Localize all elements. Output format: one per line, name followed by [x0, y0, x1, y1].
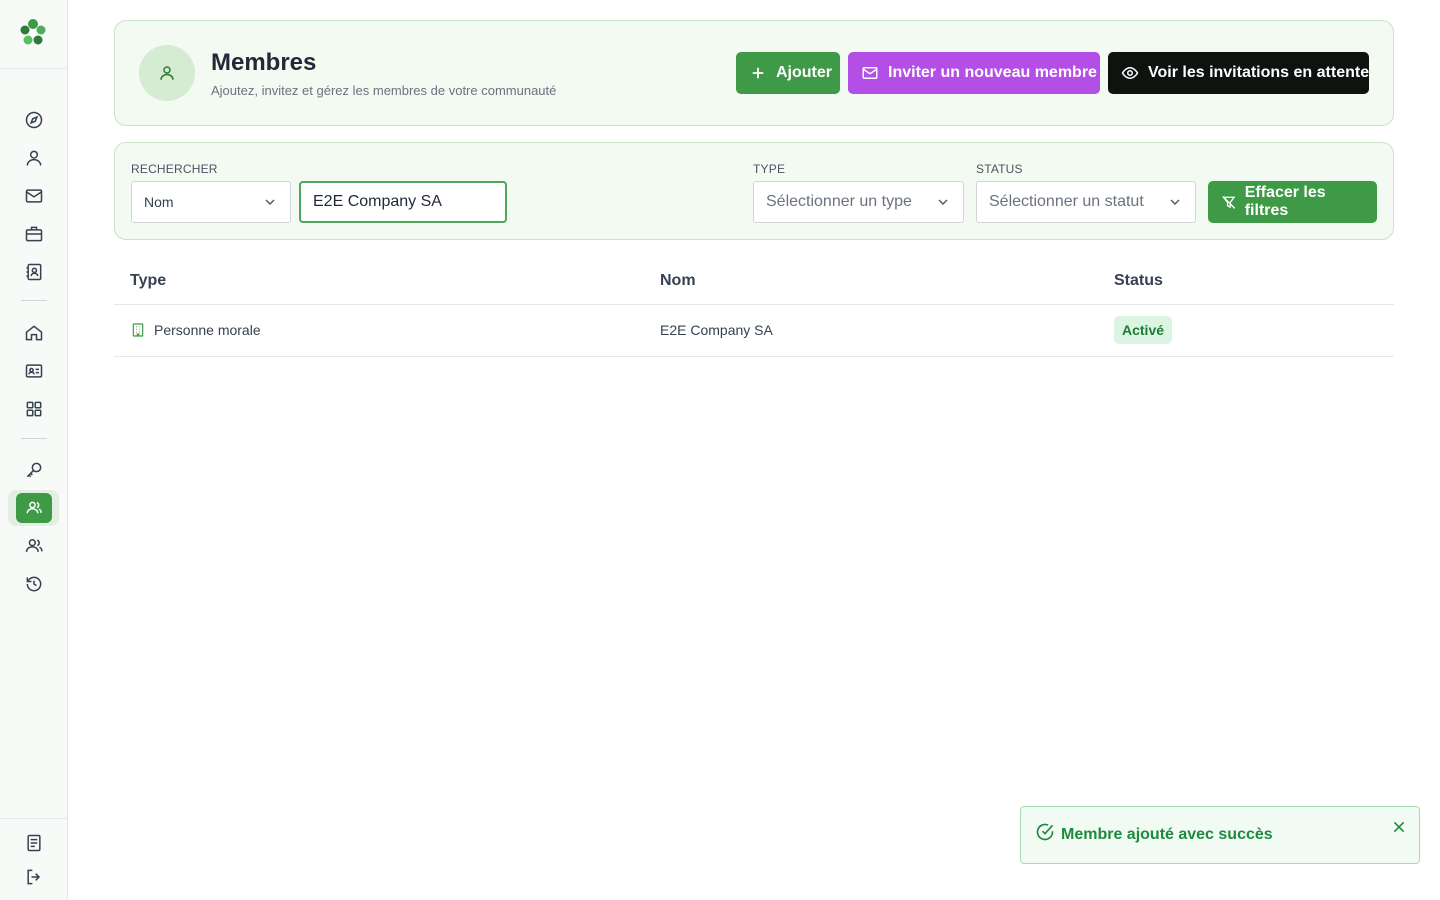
- plus-icon: [752, 67, 764, 79]
- cell-type-label: Personne morale: [154, 322, 261, 338]
- check-circle-icon: [1036, 823, 1054, 841]
- table-header-divider: [114, 304, 1394, 305]
- search-field-select[interactable]: Nom: [131, 181, 291, 223]
- header-card: Membres Ajoutez, invitez et gérez les me…: [114, 20, 1394, 126]
- column-header-status[interactable]: Status: [1114, 272, 1163, 290]
- column-header-type[interactable]: Type: [130, 272, 166, 290]
- sidebar-divider: [0, 68, 67, 69]
- history-icon[interactable]: [22, 572, 46, 596]
- filter-off-icon: [1222, 195, 1236, 209]
- status-badge: Activé: [1114, 316, 1173, 344]
- briefcase-icon[interactable]: [22, 222, 46, 246]
- key-icon[interactable]: [22, 458, 46, 482]
- add-member-label: Ajouter: [776, 64, 832, 81]
- type-select[interactable]: Sélectionner un type: [753, 181, 964, 223]
- toast-message: Membre ajouté avec succès: [1061, 826, 1273, 843]
- avatar: [139, 45, 195, 101]
- chevron-down-icon: [938, 199, 948, 205]
- contact-book-icon[interactable]: [22, 260, 46, 284]
- pending-invitations-label: Voir les invitations en attente: [1148, 64, 1370, 81]
- users-icon[interactable]: [22, 534, 46, 558]
- type-label: TYPE: [753, 162, 786, 176]
- mail-icon[interactable]: [22, 184, 46, 208]
- search-label: RECHERCHER: [131, 162, 218, 176]
- add-member-button[interactable]: Ajouter: [736, 52, 840, 94]
- mail-icon: [862, 67, 878, 79]
- id-card-icon[interactable]: [22, 359, 46, 383]
- search-input-value: E2E Company SA: [313, 193, 442, 210]
- home-icon[interactable]: [22, 321, 46, 345]
- pending-invitations-button[interactable]: Voir les invitations en attente: [1108, 52, 1369, 94]
- success-toast: Membre ajouté avec succès: [1020, 806, 1420, 864]
- user-icon[interactable]: [22, 146, 46, 170]
- status-placeholder: Sélectionner un statut: [989, 193, 1144, 210]
- type-placeholder: Sélectionner un type: [766, 193, 912, 210]
- document-icon[interactable]: [22, 831, 46, 855]
- filter-card: RECHERCHER Nom E2E Company SA TYPE Sélec…: [114, 142, 1394, 240]
- chevron-down-icon: [1170, 199, 1180, 205]
- page-title: Membres: [211, 49, 317, 76]
- status-select[interactable]: Sélectionner un statut: [976, 181, 1196, 223]
- sidebar-divider: [0, 818, 67, 819]
- search-input[interactable]: E2E Company SA: [299, 181, 507, 223]
- building-icon: [132, 323, 144, 337]
- cell-type: Personne morale: [130, 322, 261, 338]
- invite-member-label: Inviter un nouveau membre: [888, 64, 1097, 81]
- sidebar-divider: [21, 300, 47, 301]
- search-field-value: Nom: [144, 194, 174, 210]
- sidebar: [0, 0, 68, 900]
- table-row-divider: [114, 356, 1394, 357]
- column-header-name[interactable]: Nom: [660, 272, 696, 290]
- user-icon: [160, 66, 174, 80]
- cell-name: E2E Company SA: [660, 322, 773, 338]
- close-icon[interactable]: [1391, 819, 1407, 835]
- compass-icon[interactable]: [22, 108, 46, 132]
- grid-icon[interactable]: [22, 397, 46, 421]
- invite-member-button[interactable]: Inviter un nouveau membre: [848, 52, 1100, 94]
- chevron-down-icon: [265, 199, 275, 205]
- page-subtitle: Ajoutez, invitez et gérez les membres de…: [211, 83, 557, 98]
- logout-icon[interactable]: [22, 865, 46, 889]
- members-icon[interactable]: [16, 493, 52, 523]
- eye-icon: [1121, 66, 1139, 80]
- clear-filters-label: Effacer les filtres: [1244, 184, 1326, 219]
- clear-filters-button[interactable]: Effacer les filtres: [1208, 181, 1377, 223]
- sidebar-divider: [21, 438, 47, 439]
- status-label: STATUS: [976, 162, 1023, 176]
- logo-icon[interactable]: [18, 18, 48, 48]
